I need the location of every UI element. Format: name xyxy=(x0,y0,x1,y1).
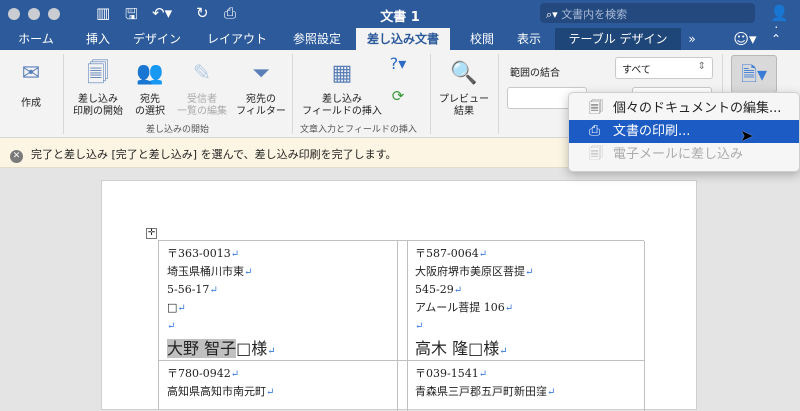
recipient-name: 大野 智子□様↵ xyxy=(167,339,276,358)
address-line: □↵ xyxy=(167,301,186,314)
label: 結果 xyxy=(454,106,474,117)
print-documents-icon: ⎙ xyxy=(589,123,601,139)
title-bar: ▥ 🖫 ↶▾ ↻ ⎙ 文書 1 ⌕▾ 文書内を検索 👤+ xyxy=(0,0,800,40)
tab-view[interactable]: 表示 xyxy=(512,28,546,50)
select-recipients-button[interactable]: 👥 宛先 の選択 xyxy=(128,60,172,118)
label: 差し込み xyxy=(322,94,362,105)
tab-home[interactable]: ホーム xyxy=(12,28,60,50)
tab-references[interactable]: 参照設定 xyxy=(288,28,346,50)
group-label-start: 差し込みの開始 xyxy=(146,125,210,135)
group-label-insert: 文章入力とフィールドの挿入 xyxy=(300,125,417,135)
finish-merge-icon: 🗎▾ xyxy=(740,62,768,86)
range-select[interactable]: すべて ⇕ xyxy=(615,57,713,79)
email-merge-icon: 🗐 xyxy=(589,146,603,162)
recipients-icon: 👥 xyxy=(136,61,164,86)
tab-review[interactable]: 校閲 xyxy=(462,28,502,50)
address-line: 5-56-17↵ xyxy=(167,283,218,296)
question-icon: ?▾ xyxy=(389,54,407,73)
preview-results-button[interactable]: 🔍 プレビュー 結果 xyxy=(436,60,492,118)
filter-recipients-button[interactable]: ⏷ 宛先の フィルター xyxy=(234,60,288,118)
label-table[interactable]: 〒363-0013↵ 埼玉県桶川市東↵ 5-56-17↵ □↵ ↵ 大野 智子□… xyxy=(158,240,645,411)
update-labels-button[interactable]: ⟳ xyxy=(388,87,408,105)
ribbon-tabs: ホーム 挿入 デザイン レイアウト 参照設定 差し込み文書 校閲 表示 テーブル… xyxy=(0,28,800,50)
documents-icon: 🗐 xyxy=(87,61,109,86)
zip: 〒363-0013↵ xyxy=(167,247,240,260)
label: プレビュー xyxy=(439,94,489,105)
range-label: 範囲の結合 xyxy=(510,68,560,79)
address-line: 大阪府堺市美原区菩提↵ xyxy=(415,265,534,278)
blank-line: ↵ xyxy=(415,321,424,332)
refresh-icon: ⟳ xyxy=(391,87,405,105)
label: 宛先 xyxy=(140,94,160,105)
create-button[interactable]: ✉ 作成 xyxy=(8,60,54,110)
merge-field-icon: ▦ xyxy=(331,61,353,86)
address-line: 埼玉県桶川市東↵ xyxy=(167,265,253,278)
address-line: 高知県高知市南元町↵ xyxy=(167,385,275,398)
search-icon: ⌕▾ xyxy=(546,8,562,21)
label: 一覧の編集 xyxy=(177,106,227,117)
label-cell[interactable]: 〒780-0942↵ 高知県高知市南元町↵ xyxy=(159,361,397,405)
divider xyxy=(63,54,64,134)
label: フィルター xyxy=(236,106,286,117)
message-text: 完了と差し込み [完了と差し込み] を選んで、差し込み印刷を完了します。 xyxy=(31,148,397,161)
menu-item-edit-individual-documents[interactable]: 🗐 個々のドキュメントの編集... xyxy=(569,97,799,120)
divider xyxy=(397,241,398,411)
label: 受信者 xyxy=(187,94,217,105)
blank-line: ↵ xyxy=(167,321,176,332)
collapse-ribbon-icon[interactable]: ⌃ xyxy=(766,28,786,50)
divider xyxy=(292,54,293,134)
document-edit-icon: 🗐 xyxy=(589,100,603,116)
label-cell[interactable]: 〒039-1541↵ 青森県三戸郡五戸町新田窪↵ xyxy=(407,361,645,405)
address-line: アムール菩提 106↵ xyxy=(415,301,514,314)
finish-merge-button[interactable]: 🗎▾ xyxy=(731,55,777,93)
tab-mailings[interactable]: 差し込み文書 xyxy=(356,28,450,50)
menu-item-merge-to-email[interactable]: 🗐 電子メールに差し込み xyxy=(569,143,799,166)
label: の選択 xyxy=(135,106,165,117)
stepper-icon: ⇕ xyxy=(697,61,706,72)
create-label: 作成 xyxy=(21,98,41,109)
tab-insert[interactable]: 挿入 xyxy=(78,28,118,50)
divider xyxy=(498,54,499,134)
tab-design[interactable]: デザイン xyxy=(130,28,184,50)
tab-layout[interactable]: レイアウト xyxy=(202,28,272,50)
label-cell[interactable]: 〒587-0064↵ 大阪府堺市美原区菩提↵ 545-29↵ アムール菩提 10… xyxy=(407,241,645,368)
address-line: 545-29↵ xyxy=(415,283,463,296)
edit-recipient-list-button[interactable]: ✎ 受信者 一覧の編集 xyxy=(176,60,228,118)
zip: 〒587-0064↵ xyxy=(415,247,488,260)
recipient-name: 高木 隆□様↵ xyxy=(415,339,508,358)
address-line: 青森県三戸郡五戸町新田窪↵ xyxy=(415,385,556,398)
mouse-cursor-icon: ➤ xyxy=(740,126,754,145)
label: 差し込み xyxy=(78,94,118,105)
magnifier-abc-icon: 🔍 xyxy=(450,61,478,86)
menu-item-print-documents[interactable]: ⎙ 文書の印刷... xyxy=(569,120,799,143)
start-mail-merge-button[interactable]: 🗐 差し込み 印刷の開始 xyxy=(70,60,126,118)
tab-table-design[interactable]: テーブル デザイン xyxy=(555,28,681,50)
edit-list-icon: ✎ xyxy=(192,61,212,86)
label: 宛先の xyxy=(246,94,276,105)
label-cell[interactable]: 〒363-0013↵ 埼玉県桶川市東↵ 5-56-17↵ □↵ ↵ 大野 智子□… xyxy=(159,241,397,368)
rules-button[interactable]: ?▾ xyxy=(386,56,410,72)
feedback-smiley-icon[interactable]: ☺▾ xyxy=(732,28,758,50)
table-move-handle-icon[interactable]: ✛ xyxy=(146,228,157,239)
label: 印刷の開始 xyxy=(73,106,123,117)
search-placeholder: 文書内を検索 xyxy=(561,8,628,21)
range-value: すべて xyxy=(622,65,651,76)
filter-icon: ⏷ xyxy=(252,61,270,86)
finish-merge-menu: 🗐 個々のドキュメントの編集... ⎙ 文書の印刷... 🗐 電子メールに差し込み xyxy=(568,92,800,172)
insert-merge-field-button[interactable]: ▦ 差し込み フィールドの挿入 xyxy=(298,60,386,118)
dismiss-icon[interactable]: ✕ xyxy=(10,150,23,163)
label: フィールドの挿入 xyxy=(302,106,382,117)
divider xyxy=(430,54,431,134)
zip: 〒780-0942↵ xyxy=(167,367,240,380)
envelope-icon: ✉ xyxy=(21,61,41,86)
search-input[interactable]: ⌕▾ 文書内を検索 xyxy=(540,3,755,23)
zip: 〒039-1541↵ xyxy=(415,367,488,380)
more-tabs-icon[interactable]: » xyxy=(682,28,702,50)
